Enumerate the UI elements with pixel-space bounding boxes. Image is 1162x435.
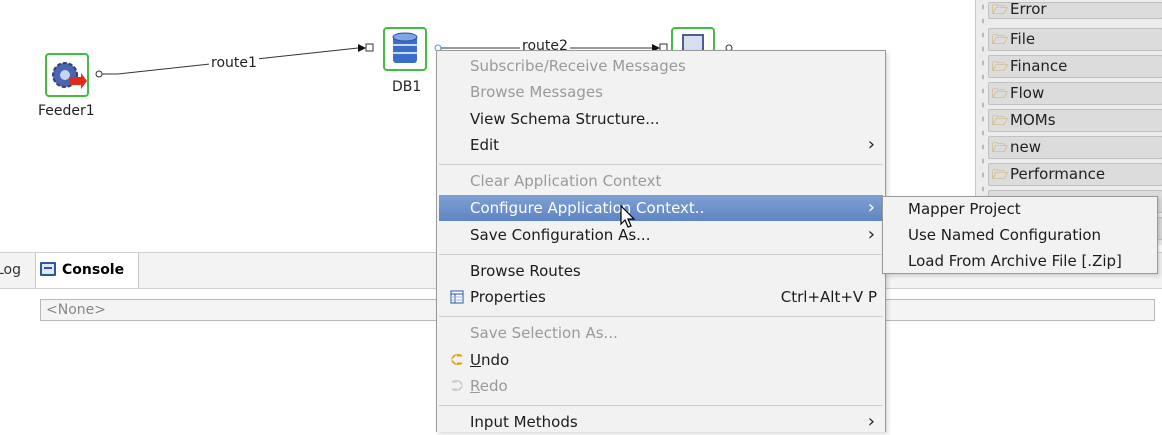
context-menu: Subscribe/Receive Messages Browse Messag… — [436, 50, 886, 432]
palette-folder-moms[interactable]: 🗁 MOMs — [988, 109, 1162, 132]
tab-console-label: Console — [62, 262, 125, 278]
folder-icon: 🗁 — [992, 3, 1009, 18]
menu-separator — [439, 316, 883, 317]
properties-icon — [448, 284, 466, 312]
palette-folder-flow[interactable]: 🗁 Flow — [988, 82, 1162, 105]
menu-item-label: Input Methods — [470, 413, 578, 431]
feeder1-label: Feeder1 — [38, 103, 95, 119]
db1-input-port — [365, 43, 374, 52]
palette-folder-label: File — [1010, 30, 1036, 48]
undo-icon: ⮈ — [450, 350, 464, 369]
feeder1-node[interactable] — [45, 53, 89, 97]
tab-log[interactable]: Log — [0, 253, 21, 288]
menu-accelerator: Ctrl+Alt+V P — [780, 288, 877, 306]
folder-icon: 🗁 — [992, 33, 1009, 48]
database-icon — [392, 32, 418, 63]
chevron-right-icon: › — [867, 134, 875, 155]
palette-folder-performance[interactable]: 🗁 Performance — [988, 163, 1162, 186]
folder-icon: 🗁 — [992, 87, 1009, 102]
submenu-item-use-named-config[interactable]: Use Named Configuration — [908, 223, 1101, 247]
palette-folder-label: Flow — [1010, 84, 1045, 102]
menu-mnemonic: R — [470, 377, 480, 395]
menu-item-view-schema[interactable]: View Schema Structure... — [439, 106, 883, 132]
palette-folder-error[interactable]: 🗁 Error — [988, 2, 1162, 19]
menu-item-label: Configure Application Context.. — [470, 199, 705, 217]
submenu-item-load-from-archive[interactable]: Load From Archive File [.Zip] — [908, 249, 1122, 273]
feeder1-output-port — [95, 70, 103, 78]
menu-item-label: Edit — [470, 136, 500, 154]
palette-folder-label: Error — [1010, 2, 1047, 18]
palette-folder-file[interactable]: 🗁 File — [988, 28, 1162, 51]
menu-item-edit[interactable]: Edit › — [439, 132, 883, 158]
palette-folder-label: MOMs — [1010, 111, 1056, 129]
menu-item-label: Save Selection As... — [470, 324, 618, 342]
menu-item-redo[interactable]: ⮊ Redo — [439, 373, 883, 399]
folder-icon: 🗁 — [992, 168, 1009, 183]
menu-item-label: edo — [479, 377, 508, 395]
chevron-right-icon: › — [867, 411, 875, 432]
menu-item-label: Properties — [470, 288, 546, 306]
gear-feeder-icon — [52, 62, 87, 89]
menu-separator — [439, 405, 883, 406]
palette-folder-label: new — [1010, 138, 1042, 156]
menu-mnemonic: U — [470, 351, 481, 369]
palette-folder-finance[interactable]: 🗁 Finance — [988, 55, 1162, 78]
db1-node[interactable] — [383, 27, 427, 71]
palette-folder-label: Finance — [1010, 57, 1068, 75]
menu-separator — [439, 254, 883, 255]
menu-item-save-configuration[interactable]: Save Configuration As... › — [439, 222, 883, 248]
menu-item-configure-app-context[interactable]: Configure Application Context.. › — [439, 195, 883, 221]
folder-icon: 🗁 — [992, 141, 1009, 156]
console-icon — [40, 261, 56, 276]
mouse-pointer-icon — [620, 205, 636, 228]
db1-label: DB1 — [392, 79, 422, 95]
palette-folder-new[interactable]: 🗁 new — [988, 136, 1162, 159]
menu-item-label: Browse Routes — [470, 262, 581, 280]
menu-item-clear-app-context[interactable]: Clear Application Context — [439, 168, 883, 194]
submenu-item-mapper-project[interactable]: Mapper Project — [908, 197, 1021, 221]
menu-item-label: Clear Application Context — [470, 172, 662, 190]
chevron-right-icon: › — [867, 197, 875, 218]
route1-label[interactable]: route1 — [209, 55, 259, 71]
menu-item-properties[interactable]: Properties Ctrl+Alt+V P — [439, 284, 883, 310]
tab-log-label: Log — [0, 262, 22, 278]
menu-item-input-methods[interactable]: Input Methods › — [439, 409, 883, 435]
chevron-right-icon: › — [867, 224, 875, 245]
menu-item-browse-routes[interactable]: Browse Routes — [439, 258, 883, 284]
menu-item-label: View Schema Structure... — [470, 110, 660, 128]
configure-context-submenu: Mapper Project Use Named Configuration L… — [882, 196, 1158, 274]
menu-item-label: Browse Messages — [470, 83, 603, 101]
menu-item-label: ndo — [480, 351, 510, 369]
tab-console[interactable]: Console — [36, 253, 139, 288]
folder-icon: 🗁 — [992, 60, 1009, 75]
menu-item-save-selection[interactable]: Save Selection As... — [439, 320, 883, 346]
palette-folder-label: Performance — [1010, 165, 1106, 183]
menu-item-undo[interactable]: ⮈ Undo — [439, 347, 883, 373]
menu-item-subscribe-receive[interactable]: Subscribe/Receive Messages — [439, 53, 883, 79]
menu-item-browse-messages[interactable]: Browse Messages — [439, 79, 883, 105]
menu-item-label: Subscribe/Receive Messages — [470, 57, 686, 75]
folder-icon: 🗁 — [992, 114, 1009, 129]
menu-separator — [439, 164, 883, 165]
redo-icon: ⮊ — [450, 376, 464, 395]
